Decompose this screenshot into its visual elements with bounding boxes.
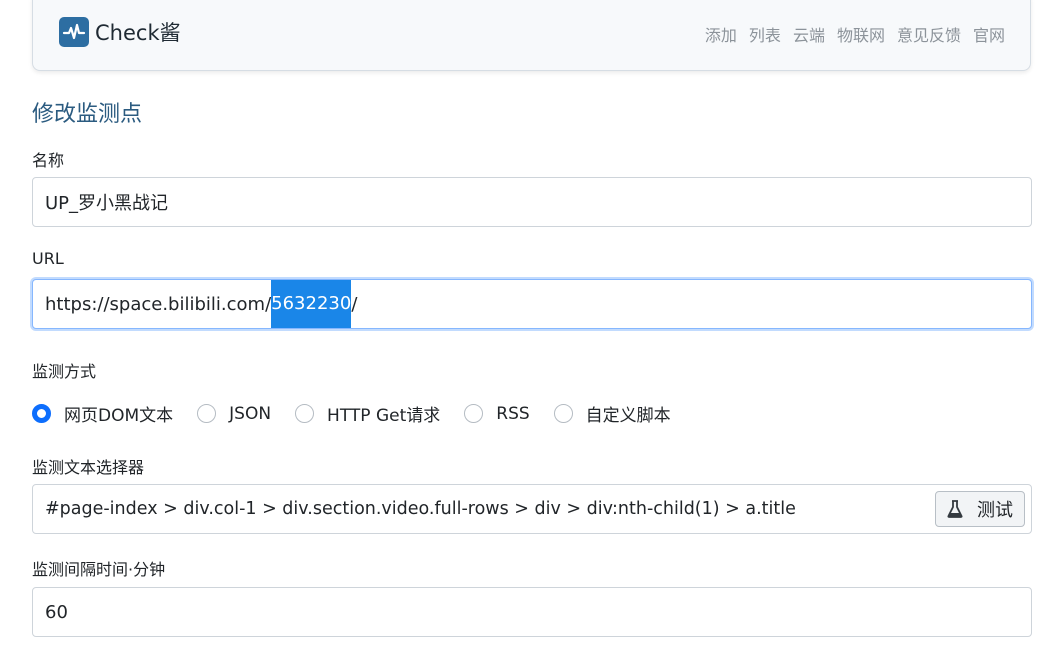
nav-link-cloud[interactable]: 云端 <box>793 22 825 46</box>
method-radio-group: 网页DOM文本 JSON HTTP Get请求 RSS 自定义脚本 <box>32 401 695 426</box>
url-input[interactable]: https://space.bilibili.com/5632230/ <box>32 279 1032 329</box>
name-label: 名称 <box>32 151 65 170</box>
method-option-rss[interactable]: RSS <box>464 403 530 424</box>
method-option-label: HTTP Get请求 <box>327 406 441 426</box>
method-option-label: JSON <box>229 403 272 424</box>
method-option-label: RSS <box>496 403 530 424</box>
nav-links: 添加 列表 云端 物联网 意见反馈 官网 <box>693 22 1005 46</box>
interval-label: 监测间隔时间·分钟 <box>32 560 166 579</box>
radio-icon[interactable] <box>553 404 573 423</box>
url-suffix-text: / <box>351 293 358 315</box>
radio-icon[interactable] <box>197 404 217 423</box>
nav-link-feedback[interactable]: 意见反馈 <box>897 22 961 46</box>
interval-input-value: 60 <box>45 601 68 623</box>
url-label: URL <box>32 249 64 268</box>
pulse-logo-icon <box>59 17 89 47</box>
radio-icon[interactable] <box>295 404 315 423</box>
url-selected-text: 5632230 <box>271 280 352 328</box>
brand-name: Check酱 <box>95 21 181 45</box>
navbar: Check酱 添加 列表 云端 物联网 意见反馈 官网 <box>32 0 1031 71</box>
brand[interactable]: Check酱 <box>59 17 181 47</box>
method-option-custom-script[interactable]: 自定义脚本 <box>553 401 671 426</box>
name-input-value: UP_罗小黑战记 <box>45 193 169 214</box>
test-button-label: 测试 <box>977 500 1013 521</box>
method-option-http-get[interactable]: HTTP Get请求 <box>295 401 440 426</box>
test-button[interactable]: 测试 <box>935 491 1025 527</box>
flask-icon <box>947 500 963 518</box>
method-option-json[interactable]: JSON <box>197 404 271 424</box>
interval-input[interactable]: 60 <box>32 587 1032 637</box>
method-option-dom[interactable]: 网页DOM文本 <box>32 401 173 426</box>
nav-link-iot[interactable]: 物联网 <box>837 22 885 46</box>
method-label: 监测方式 <box>32 362 97 381</box>
radio-checked-icon[interactable] <box>32 404 51 423</box>
nav-link-website[interactable]: 官网 <box>973 22 1005 46</box>
method-option-label: 网页DOM文本 <box>64 406 174 426</box>
page-title: 修改监测点 <box>32 102 143 127</box>
selector-input[interactable]: #page-index > div.col-1 > div.section.vi… <box>32 484 1032 534</box>
selector-label: 监测文本选择器 <box>32 458 145 477</box>
nav-link-list[interactable]: 列表 <box>749 22 781 46</box>
selector-input-value: #page-index > div.col-1 > div.section.vi… <box>45 499 796 519</box>
nav-link-add[interactable]: 添加 <box>705 22 737 46</box>
radio-icon[interactable] <box>464 404 484 423</box>
method-option-label: 自定义脚本 <box>585 406 671 426</box>
url-prefix-text: https://space.bilibili.com/ <box>45 293 272 315</box>
name-input[interactable]: UP_罗小黑战记 <box>32 177 1032 227</box>
